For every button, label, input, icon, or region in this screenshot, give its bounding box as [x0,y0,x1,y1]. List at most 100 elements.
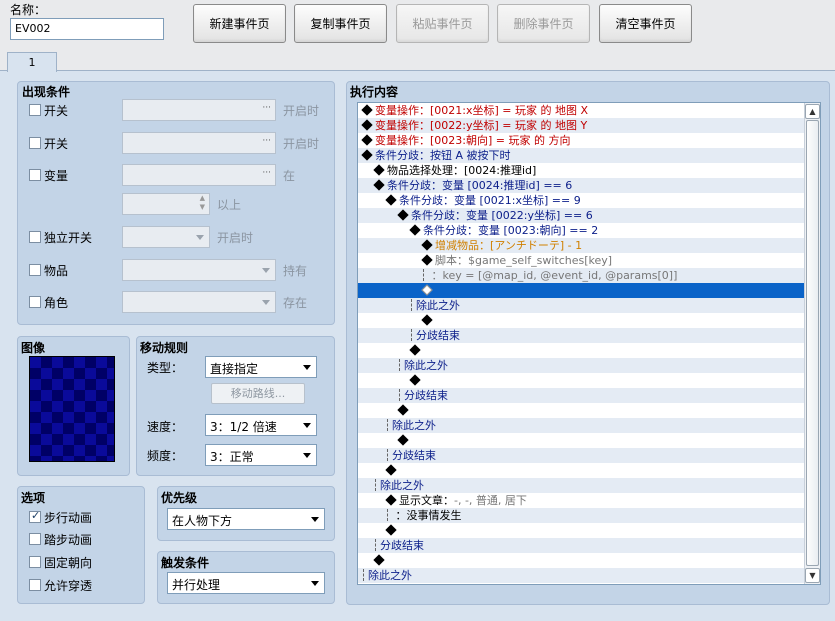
direction-fix-label: 固定朝向 [44,556,93,570]
delete-page-button: 删除事件页 [497,4,590,43]
actor-checkbox[interactable] [29,296,41,308]
command-text: 条件分歧：变量 [0023:朝向] == 2 [423,224,599,237]
move-type-select[interactable]: 直接指定 [205,356,317,378]
self-switch-label: 独立开关 [44,231,93,245]
command-row[interactable] [358,373,804,388]
item-checkbox[interactable] [29,264,41,276]
branch-line-icon [375,539,376,551]
conditions-title: 出现条件 [22,85,71,99]
command-row[interactable] [358,433,804,448]
command-row[interactable] [358,403,804,418]
command-row[interactable]: 除此之外 [358,418,804,433]
move-freq-value: 3：正常 [210,450,254,464]
move-freq-select[interactable]: 3：正常 [205,444,317,466]
event-graphic-preview[interactable] [29,356,115,462]
command-diamond-icon [361,104,373,116]
through-checkbox[interactable] [29,579,41,591]
scrollbar-thumb[interactable] [806,120,819,566]
movement-title: 移动规则 [140,341,189,355]
command-text: 条件分歧：变量 [0021:x坐标] == 9 [399,194,581,207]
command-row[interactable]: 除此之外 [358,298,804,313]
contents-title: 执行内容 [350,85,399,99]
actor-label: 角色 [44,296,69,310]
command-row[interactable]: 物品选择处理：[0024:推理id] [358,163,804,178]
clear-page-button[interactable]: 清空事件页 [599,4,692,43]
scroll-down-arrow-icon[interactable]: ▼ [805,568,820,583]
command-row[interactable]: ：没事情发生 [358,508,804,523]
priority-title: 优先级 [161,491,198,505]
branch-line-icon [387,509,388,521]
command-row[interactable]: 分歧结束 [358,388,804,403]
command-text: ：key = [@map_id, @event_id, @params[0]] [428,269,678,282]
event-command-list[interactable]: 变量操作：[0021:x坐标] = 玩家 的 地图 X 变量操作：[0022:y坐… [357,102,821,585]
name-input[interactable]: EV002 [10,18,164,40]
switch2-select: ··· [122,132,276,154]
scroll-up-arrow-icon[interactable]: ▲ [805,104,820,119]
command-row[interactable]: 脚本：$game_self_switches[key] [358,253,804,268]
command-row[interactable]: 条件分歧：变量 [0021:x坐标] == 9 [358,193,804,208]
command-text: 变量操作：[0022:y坐标] = 玩家 的 地图 Y [375,119,588,132]
move-speed-select[interactable]: 3：1/2 倍速 [205,414,317,436]
command-row[interactable]: 条件分歧：变量 [0023:朝向] == 2 [358,223,804,238]
direction-fix-checkbox[interactable] [29,556,41,568]
command-text: 除此之外 [368,569,412,582]
command-text: -, -, 普通, 居下 [454,494,527,507]
command-row[interactable]: 变量操作：[0021:x坐标] = 玩家 的 地图 X [358,103,804,118]
command-row[interactable] [358,283,804,298]
command-diamond-icon [409,344,421,356]
new-page-button[interactable]: 新建事件页 [193,4,286,43]
command-row[interactable] [358,313,804,328]
command-text: 条件分歧：变量 [0022:y坐标] == 6 [411,209,593,222]
command-row[interactable]: 除此之外 [358,568,804,583]
command-row[interactable] [358,553,804,568]
image-title: 图像 [21,341,46,355]
switch1-select: ··· [122,99,276,121]
command-row[interactable]: 变量操作：[0023:朝向] = 玩家 的 方向 [358,133,804,148]
command-list-scrollbar[interactable]: ▲ ▼ [804,103,820,584]
name-label: 名称： [10,3,47,17]
command-diamond-icon [385,494,397,506]
switch2-checkbox[interactable] [29,137,41,149]
actor-select [122,291,276,313]
command-diamond-icon [421,254,433,266]
command-row[interactable] [358,523,804,538]
command-text: 分歧结束 [416,329,460,342]
command-row[interactable]: 分歧结束 [358,328,804,343]
actor-suffix: 存在 [283,296,308,310]
command-row[interactable]: 除此之外 [358,478,804,493]
command-row[interactable]: 变量操作：[0022:y坐标] = 玩家 的 地图 Y [358,118,804,133]
command-row[interactable]: 分歧结束 [358,538,804,553]
command-row[interactable]: 条件分歧：变量 [0022:y坐标] == 6 [358,208,804,223]
command-row[interactable] [358,463,804,478]
command-row[interactable]: 条件分歧：按钮 A 被按下时 [358,148,804,163]
command-text: 脚本：$game_self_switches[key] [435,254,613,267]
command-row[interactable]: 除此之外 [358,358,804,373]
switch1-checkbox[interactable] [29,104,41,116]
command-row[interactable] [358,343,804,358]
command-row[interactable]: 分歧结束 [358,448,804,463]
walk-anime-checkbox[interactable] [29,509,41,523]
command-row[interactable]: 条件分歧：变量 [0024:推理id] == 6 [358,178,804,193]
variable-suffix: 在 [283,169,296,183]
tab-page-1[interactable]: 1 [7,52,57,72]
walk-anime-label: 步行动画 [44,511,93,525]
command-row[interactable]: 增减物品：[アンチドーテ] - 1 [358,238,804,253]
branch-line-icon [375,479,376,491]
switch2-label: 开关 [44,137,69,151]
move-route-button: 移动路线... [211,383,305,404]
copy-page-button[interactable]: 复制事件页 [294,4,387,43]
command-row[interactable]: 显示文章：-, -, 普通, 居下 [358,493,804,508]
self-switch-checkbox[interactable] [29,231,41,243]
move-type-label: 类型： [147,361,184,375]
priority-select[interactable]: 在人物下方 [167,508,325,530]
command-text: 条件分歧：按钮 A 被按下时 [375,149,511,162]
step-anime-checkbox[interactable] [29,533,41,545]
trigger-select[interactable]: 并行处理 [167,572,325,594]
trigger-title: 触发条件 [161,556,210,570]
variable-select: ··· [122,164,276,186]
item-select [122,259,276,281]
trigger-value: 并行处理 [172,578,221,592]
command-diamond-icon [421,284,433,296]
command-row[interactable]: ：key = [@map_id, @event_id, @params[0]] [358,268,804,283]
variable-checkbox[interactable] [29,169,41,181]
